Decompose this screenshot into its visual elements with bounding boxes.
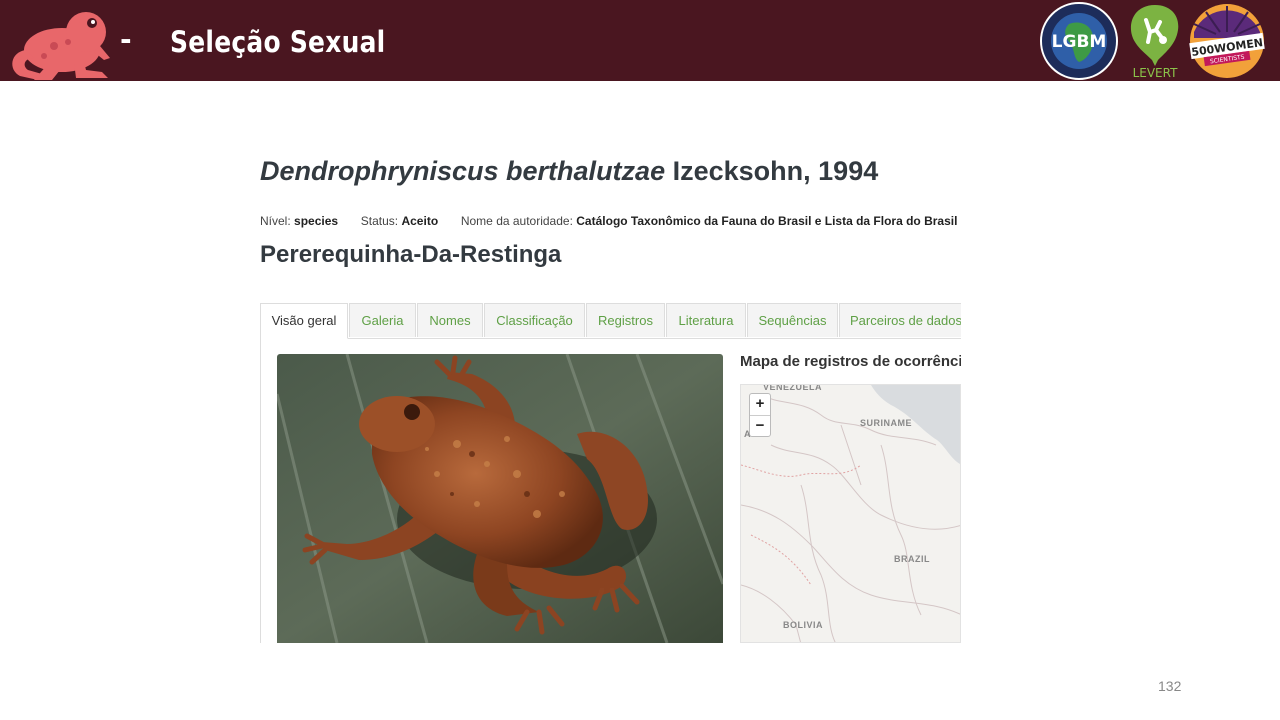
common-name: Pererequinha-Da-Restinga [260, 241, 562, 268]
map-label-bolivia: BOLIVIA [783, 620, 824, 630]
tab-literature[interactable]: Literatura [666, 303, 746, 337]
tab-data-partners[interactable]: Parceiros de dados [839, 303, 961, 337]
species-authority: Izecksohn, 1994 [672, 156, 879, 186]
map-title: Mapa de registros de ocorrências [740, 353, 961, 370]
slide-title: Seleção Sexual [170, 25, 386, 59]
lgbm-logo-icon: LGBM [1040, 2, 1118, 80]
500-women-scientists-logo-icon: 500WOMEN SCIENTISTS [1189, 4, 1265, 78]
levert-logo-icon: LEVERT [1130, 5, 1179, 80]
tab-names[interactable]: Nomes [417, 303, 483, 337]
map-label-edge: A [744, 429, 751, 439]
scientific-name: Dendrophryniscus berthalutzae [260, 156, 666, 186]
occurrence-map[interactable]: + − VENEZUELA A SURINAME BRAZIL BOLIVIA [740, 384, 961, 643]
zoom-out-button[interactable]: − [750, 416, 770, 437]
status-value: Aceito [401, 214, 439, 228]
svg-text:LEVERT: LEVERT [1133, 66, 1179, 80]
species-photo[interactable] [277, 354, 723, 643]
frog-logo-icon [12, 12, 110, 80]
authority-value: Catálogo Taxonômico da Fauna do Brasil e… [576, 214, 961, 228]
slide-page-number: 132 [1158, 678, 1182, 694]
zoom-in-button[interactable]: + [750, 394, 770, 416]
map-tiles [741, 385, 960, 642]
species-tabs: Visão geral Galeria Nomes Classificação … [260, 303, 961, 339]
species-title: Dendrophryniscus berthalutzae Izecksohn,… [260, 156, 878, 187]
title-separator: - [120, 23, 132, 56]
panel-border [260, 338, 261, 643]
tab-records[interactable]: Registros [586, 303, 665, 337]
map-label-venezuela: VENEZUELA [763, 384, 823, 392]
tab-sequences[interactable]: Sequências [747, 303, 838, 337]
species-meta: Nível: species Status: Aceito Nome da au… [260, 214, 961, 228]
level-value: species [294, 214, 339, 228]
slide-header: - Seleção Sexual LGBM LEVERT 500WOMEN SC… [0, 0, 1280, 81]
tab-classification[interactable]: Classificação [484, 303, 585, 337]
map-label-suriname: SURINAME [860, 418, 913, 428]
svg-text:LGBM: LGBM [1052, 32, 1107, 52]
tab-gallery[interactable]: Galeria [349, 303, 416, 337]
species-page-screenshot: Dendrophryniscus berthalutzae Izecksohn,… [260, 150, 961, 643]
level-label: Nível: [260, 214, 291, 228]
map-label-brazil: BRAZIL [894, 554, 930, 564]
status-label: Status: [360, 214, 399, 228]
authority-label: Nome da autoridade: [460, 214, 573, 228]
tab-overview[interactable]: Visão geral [260, 303, 348, 339]
map-zoom-control: + − [749, 393, 771, 437]
